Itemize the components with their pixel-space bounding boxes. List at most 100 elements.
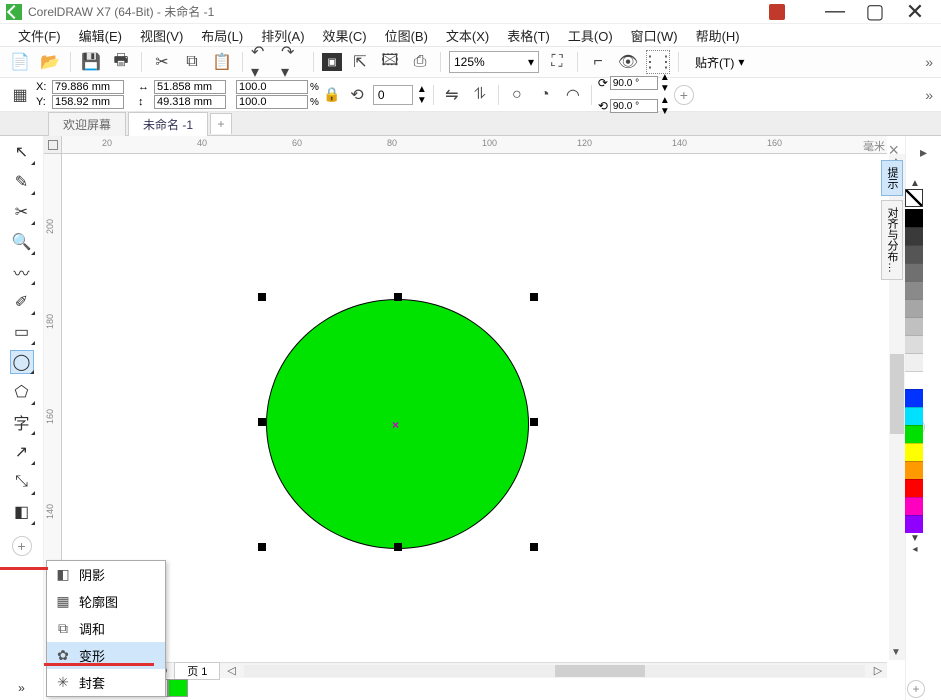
color-swatch[interactable] bbox=[905, 209, 923, 227]
ruler-corner[interactable] bbox=[44, 136, 62, 154]
print-button[interactable]: 🖶 bbox=[109, 50, 133, 74]
rectangle-tool[interactable]: ▭ bbox=[10, 320, 34, 344]
import-button[interactable]: ▣ bbox=[322, 53, 342, 71]
artistic-tool[interactable]: ✐ bbox=[10, 290, 34, 314]
toolbox-overflow[interactable]: » bbox=[10, 676, 34, 700]
color-swatch[interactable] bbox=[905, 263, 923, 281]
ellipse-tool[interactable]: ◯ bbox=[10, 350, 34, 374]
minimize-button[interactable]: — bbox=[815, 0, 855, 23]
zoom-tool[interactable]: 🔍 bbox=[10, 230, 34, 254]
docker-hints[interactable]: 提示 bbox=[881, 160, 903, 196]
angle1-input[interactable] bbox=[610, 76, 658, 90]
color-swatch[interactable] bbox=[905, 425, 923, 443]
user-icon[interactable] bbox=[769, 4, 785, 20]
mirror-h-button[interactable]: ⇋ bbox=[440, 83, 464, 107]
color-swatch[interactable] bbox=[905, 227, 923, 245]
dimension-tool[interactable]: ↗ bbox=[10, 440, 34, 464]
docker-align[interactable]: 对齐与分布… bbox=[881, 200, 903, 280]
no-color-swatch[interactable] bbox=[905, 189, 923, 207]
menu-bitmap[interactable]: 位图(B) bbox=[377, 24, 436, 47]
menu-window[interactable]: 窗口(W) bbox=[623, 24, 686, 47]
undo-button[interactable]: ↶ ▾ bbox=[251, 50, 275, 74]
handle-e[interactable] bbox=[530, 418, 538, 426]
menu-edit[interactable]: 编辑(E) bbox=[71, 24, 130, 47]
menu-text[interactable]: 文本(X) bbox=[438, 24, 497, 47]
preview-button[interactable]: 👁 bbox=[616, 50, 640, 74]
docker-close-icon[interactable]: × bbox=[888, 140, 899, 161]
page-tab[interactable]: 页 1 bbox=[174, 662, 220, 680]
docker-arrow-icon[interactable]: ▸ bbox=[920, 144, 927, 161]
add-tool-button[interactable]: + bbox=[12, 536, 32, 556]
color-swatch[interactable] bbox=[905, 479, 923, 497]
palette-menu[interactable]: ◂ bbox=[905, 544, 925, 555]
menu-tools[interactable]: 工具(O) bbox=[560, 24, 621, 47]
x-input[interactable] bbox=[52, 80, 124, 94]
fullscreen-button[interactable]: ⛶ bbox=[545, 50, 569, 74]
color-swatch[interactable] bbox=[905, 245, 923, 263]
connector-tool[interactable]: ⤡ bbox=[10, 470, 34, 494]
vscroll-down[interactable]: ▼ bbox=[891, 647, 901, 658]
rotate-stepper[interactable]: ▲▼ bbox=[417, 84, 427, 106]
copy-button[interactable]: ⧉ bbox=[180, 50, 204, 74]
fill-swatch[interactable] bbox=[168, 679, 188, 697]
origin-button[interactable]: ▦ bbox=[8, 83, 32, 107]
menu-effects[interactable]: 效果(C) bbox=[315, 24, 375, 47]
propbar-overflow[interactable]: » bbox=[925, 87, 933, 103]
handle-nw[interactable] bbox=[258, 293, 266, 301]
menu-help[interactable]: 帮助(H) bbox=[688, 24, 748, 47]
color-swatch[interactable] bbox=[905, 389, 923, 407]
flyout-blend[interactable]: ⧉调和 bbox=[47, 615, 165, 642]
pick-tool[interactable]: ↖ bbox=[10, 140, 34, 164]
color-swatch[interactable] bbox=[905, 407, 923, 425]
color-swatch[interactable] bbox=[905, 281, 923, 299]
grid-button[interactable]: ⋮⋮ bbox=[646, 50, 670, 74]
shape-tool[interactable]: ✎ bbox=[10, 170, 34, 194]
tab-welcome[interactable]: 欢迎屏幕 bbox=[48, 112, 126, 136]
handle-se[interactable] bbox=[530, 543, 538, 551]
handle-w[interactable] bbox=[258, 418, 266, 426]
scale-y-input[interactable] bbox=[236, 95, 308, 109]
color-swatch[interactable] bbox=[905, 353, 923, 371]
export-button[interactable]: ⇱ bbox=[348, 50, 372, 74]
flyout-shadow[interactable]: ◧阴影 bbox=[47, 561, 165, 588]
handle-ne[interactable] bbox=[530, 293, 538, 301]
color-swatch[interactable] bbox=[905, 461, 923, 479]
lock-ratio-icon[interactable]: 🔒 bbox=[323, 86, 341, 103]
polygon-tool[interactable]: ⬠ bbox=[10, 380, 34, 404]
ruler-horizontal[interactable]: 20 40 60 80 100 120 140 160 毫米 bbox=[62, 136, 887, 154]
angle2-input[interactable] bbox=[610, 99, 658, 113]
flyout-contour[interactable]: ▦轮廓图 bbox=[47, 588, 165, 615]
menu-table[interactable]: 表格(T) bbox=[499, 24, 558, 47]
scale-x-input[interactable] bbox=[236, 80, 308, 94]
color-swatch[interactable] bbox=[905, 371, 923, 389]
color-swatch[interactable] bbox=[905, 443, 923, 461]
new-button[interactable]: 📄 bbox=[8, 50, 32, 74]
scroll-right[interactable]: ▷ bbox=[869, 664, 887, 677]
handle-n[interactable] bbox=[394, 293, 402, 301]
paste-button[interactable]: 📋 bbox=[210, 50, 234, 74]
toolbar-overflow[interactable]: » bbox=[925, 54, 933, 70]
effects-tool[interactable]: ◧ bbox=[10, 500, 34, 524]
publish-button[interactable]: 🖾 bbox=[378, 50, 402, 74]
y-input[interactable] bbox=[52, 95, 124, 109]
width-input[interactable] bbox=[154, 80, 226, 94]
zoom-select[interactable]: 125%▾ bbox=[449, 51, 539, 73]
height-input[interactable] bbox=[154, 95, 226, 109]
palette-add-button[interactable]: + bbox=[907, 680, 925, 698]
text-tool[interactable]: 字 bbox=[10, 410, 34, 434]
menu-file[interactable]: 文件(F) bbox=[10, 24, 69, 47]
canvas[interactable]: × bbox=[62, 154, 887, 660]
tab-add[interactable]: + bbox=[210, 113, 232, 134]
menu-view[interactable]: 视图(V) bbox=[132, 24, 191, 47]
hscroll-thumb[interactable] bbox=[555, 665, 645, 677]
pie-button[interactable]: ◔ bbox=[533, 83, 557, 107]
color-swatch[interactable] bbox=[905, 497, 923, 515]
pdf-button[interactable]: ⎙ bbox=[408, 50, 432, 74]
maximize-button[interactable]: ▢ bbox=[855, 0, 895, 24]
color-swatch[interactable] bbox=[905, 317, 923, 335]
hscroll-track[interactable] bbox=[244, 665, 865, 677]
freehand-tool[interactable]: 〰 bbox=[10, 260, 34, 284]
snap-button[interactable]: 贴齐(T)▾ bbox=[687, 54, 752, 71]
menu-layout[interactable]: 布局(L) bbox=[193, 24, 251, 47]
cut-button[interactable]: ✂ bbox=[150, 50, 174, 74]
